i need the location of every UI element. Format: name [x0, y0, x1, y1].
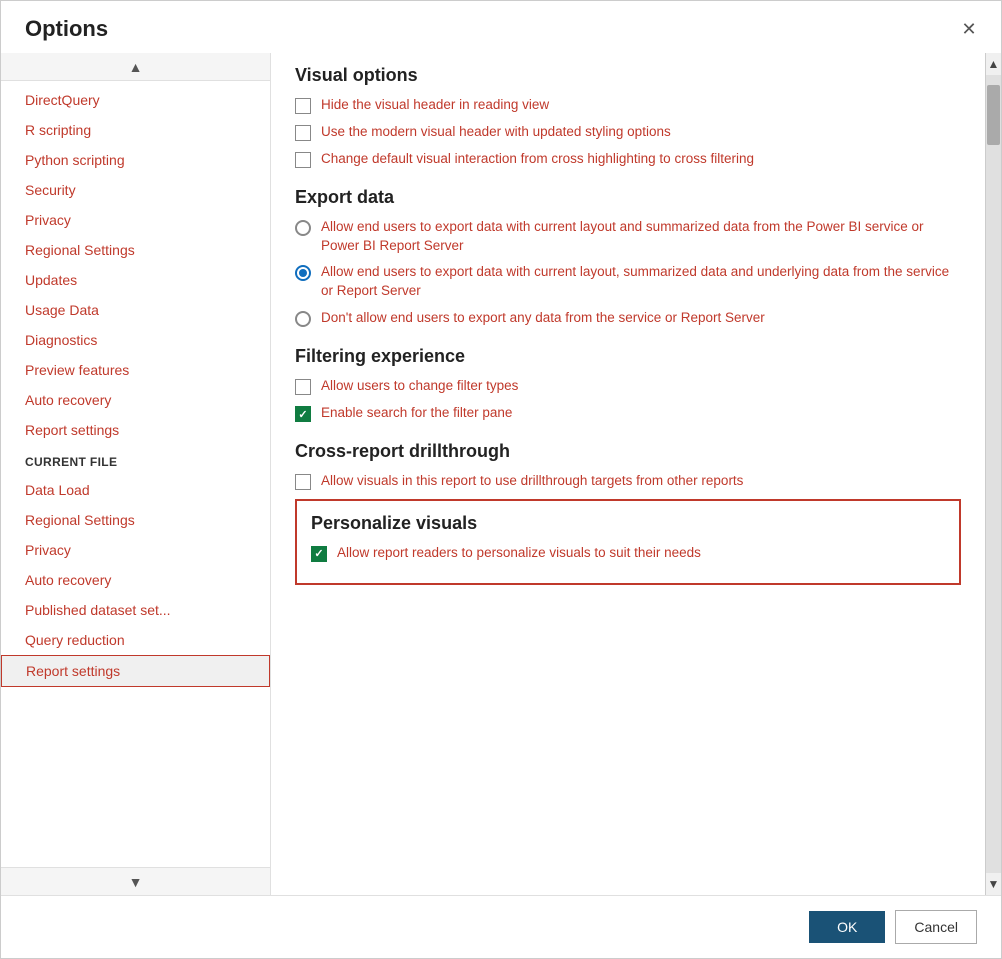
sidebar-item-privacy-cf[interactable]: Privacy: [1, 535, 270, 565]
sidebar-item-regional-settings-cf[interactable]: Regional Settings: [1, 505, 270, 535]
options-dialog: Options ✕ ▲ DirectQuery R scripting Pyth…: [0, 0, 1002, 959]
scroll-down-button[interactable]: ▼: [986, 873, 1001, 895]
option-export-current-layout: Allow end users to export data with curr…: [295, 218, 961, 256]
export-none-radio[interactable]: [295, 311, 311, 327]
enable-search-checkbox[interactable]: [295, 406, 311, 422]
title-bar: Options ✕: [1, 1, 1001, 53]
export-underlying-label: Allow end users to export data with curr…: [321, 263, 961, 301]
option-export-underlying: Allow end users to export data with curr…: [295, 263, 961, 301]
filter-types-checkbox[interactable]: [295, 379, 311, 395]
modern-visual-header-checkbox[interactable]: [295, 125, 311, 141]
filtering-title: Filtering experience: [295, 346, 961, 367]
cross-report-title: Cross-report drillthrough: [295, 441, 961, 462]
hide-visual-header-checkbox[interactable]: [295, 98, 311, 114]
sidebar-item-data-load[interactable]: Data Load: [1, 475, 270, 505]
sidebar-item-report-settings-cf[interactable]: Report settings: [1, 655, 270, 687]
current-file-header: CURRENT FILE: [1, 445, 270, 475]
filter-types-label: Allow users to change filter types: [321, 377, 518, 396]
sidebar-item-usage-data[interactable]: Usage Data: [1, 295, 270, 325]
option-drillthrough-targets: Allow visuals in this report to use dril…: [295, 472, 961, 491]
scrollbar-track: [986, 75, 1001, 873]
drillthrough-label: Allow visuals in this report to use dril…: [321, 472, 743, 491]
sidebar-item-updates[interactable]: Updates: [1, 265, 270, 295]
option-change-default-interaction: Change default visual interaction from c…: [295, 150, 961, 169]
scrollbar-thumb[interactable]: [987, 85, 1000, 145]
sidebar-item-auto-recovery-cf[interactable]: Auto recovery: [1, 565, 270, 595]
option-enable-search: Enable search for the filter pane: [295, 404, 961, 423]
sidebar-item-privacy[interactable]: Privacy: [1, 205, 270, 235]
sidebar-item-directquery[interactable]: DirectQuery: [1, 85, 270, 115]
option-hide-visual-header: Hide the visual header in reading view: [295, 96, 961, 115]
sidebar-scroll-area: DirectQuery R scripting Python scripting…: [1, 81, 270, 867]
export-current-layout-radio[interactable]: [295, 220, 311, 236]
ok-button[interactable]: OK: [809, 911, 885, 943]
drillthrough-checkbox[interactable]: [295, 474, 311, 490]
option-export-none: Don't allow end users to export any data…: [295, 309, 961, 328]
personalize-visuals-title: Personalize visuals: [311, 513, 945, 534]
sidebar-scroll-up-button[interactable]: ▲: [1, 53, 270, 81]
content-scroll-area: Visual options Hide the visual header in…: [271, 53, 985, 895]
sidebar-item-report-settings[interactable]: Report settings: [1, 415, 270, 445]
sidebar-item-published-dataset[interactable]: Published dataset set...: [1, 595, 270, 625]
change-interaction-label: Change default visual interaction from c…: [321, 150, 754, 169]
scroll-up-button[interactable]: ▲: [986, 53, 1001, 75]
sidebar-item-regional-settings[interactable]: Regional Settings: [1, 235, 270, 265]
dialog-body: ▲ DirectQuery R scripting Python scripti…: [1, 53, 1001, 895]
hide-visual-header-label: Hide the visual header in reading view: [321, 96, 549, 115]
sidebar-item-auto-recovery[interactable]: Auto recovery: [1, 385, 270, 415]
export-data-title: Export data: [295, 187, 961, 208]
chevron-up-icon: ▲: [129, 59, 143, 75]
personalize-visuals-checkbox[interactable]: [311, 546, 327, 562]
personalize-visuals-section: Personalize visuals Allow report readers…: [295, 499, 961, 585]
chevron-down-icon: ▼: [129, 874, 143, 890]
personalize-visuals-label: Allow report readers to personalize visu…: [337, 544, 701, 563]
sidebar-item-diagnostics[interactable]: Diagnostics: [1, 325, 270, 355]
dialog-footer: OK Cancel: [1, 895, 1001, 958]
main-content: Visual options Hide the visual header in…: [271, 53, 1001, 895]
option-filter-types: Allow users to change filter types: [295, 377, 961, 396]
modern-visual-header-label: Use the modern visual header with update…: [321, 123, 671, 142]
sidebar-item-preview-features[interactable]: Preview features: [1, 355, 270, 385]
option-personalize-visuals: Allow report readers to personalize visu…: [311, 544, 945, 563]
option-modern-visual-header: Use the modern visual header with update…: [295, 123, 961, 142]
sidebar-item-security[interactable]: Security: [1, 175, 270, 205]
sidebar-item-r-scripting[interactable]: R scripting: [1, 115, 270, 145]
sidebar-item-python-scripting[interactable]: Python scripting: [1, 145, 270, 175]
close-button[interactable]: ✕: [955, 15, 983, 43]
visual-options-title: Visual options: [295, 65, 961, 86]
export-none-label: Don't allow end users to export any data…: [321, 309, 765, 328]
export-current-layout-label: Allow end users to export data with curr…: [321, 218, 961, 256]
cancel-button[interactable]: Cancel: [895, 910, 977, 944]
enable-search-label: Enable search for the filter pane: [321, 404, 512, 423]
export-underlying-radio[interactable]: [295, 265, 311, 281]
sidebar-item-query-reduction[interactable]: Query reduction: [1, 625, 270, 655]
content-scrollbar: ▲ ▼: [985, 53, 1001, 895]
sidebar-scroll-down-button[interactable]: ▼: [1, 867, 270, 895]
change-interaction-checkbox[interactable]: [295, 152, 311, 168]
sidebar: ▲ DirectQuery R scripting Python scripti…: [1, 53, 271, 895]
dialog-title: Options: [25, 16, 108, 42]
